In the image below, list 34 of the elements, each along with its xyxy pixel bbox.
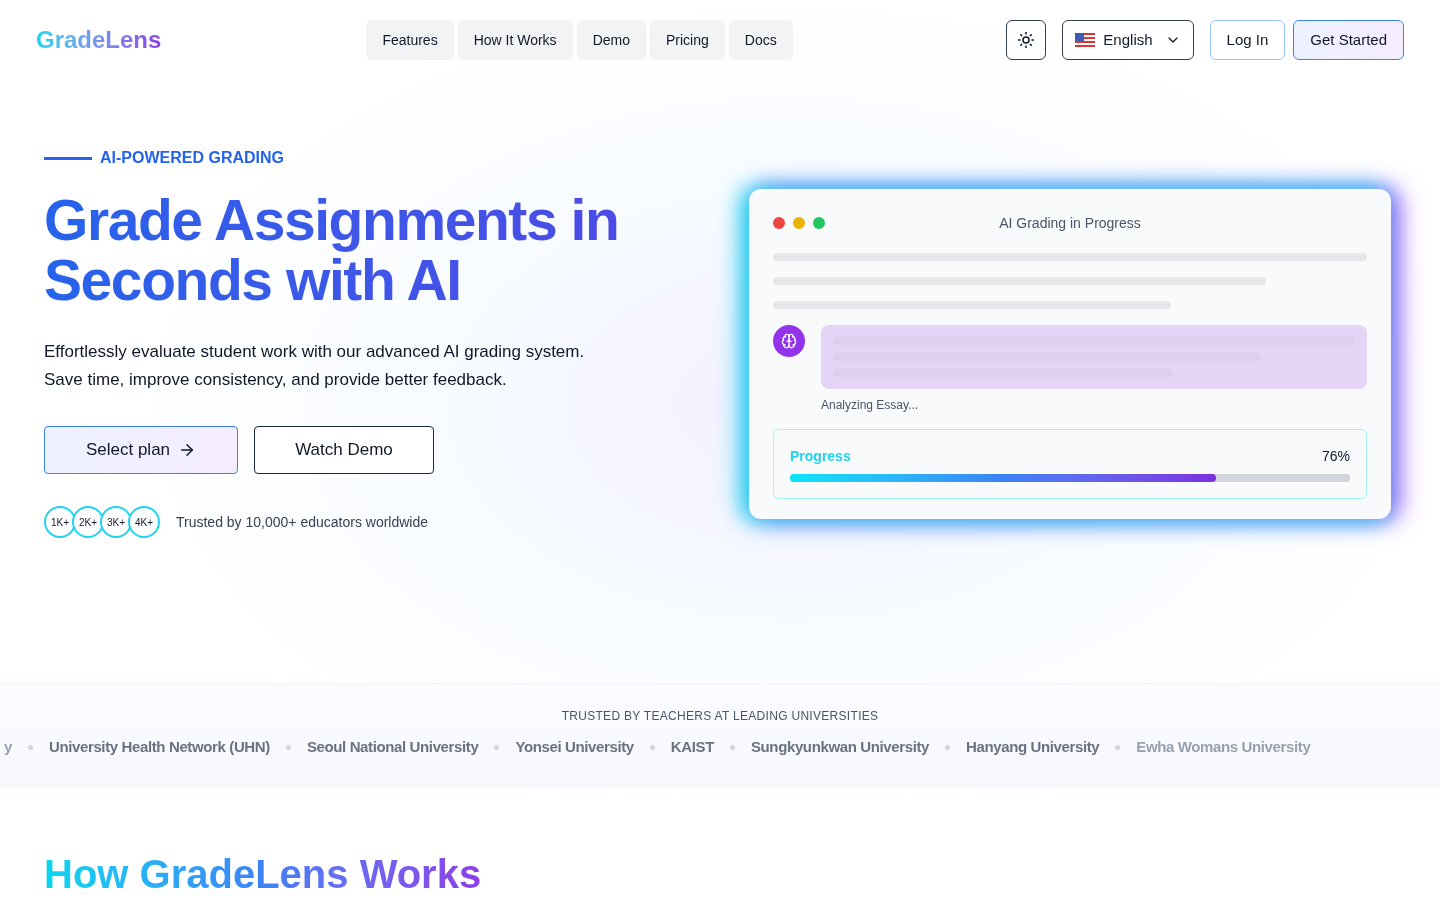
university-name: y — [4, 737, 12, 757]
eyebrow-label: AI-POWERED GRADING — [100, 148, 284, 168]
universities-heading: TRUSTED BY TEACHERS AT LEADING UNIVERSITIES — [560, 708, 880, 724]
login-button[interactable]: Log In — [1209, 20, 1286, 60]
hero-description: Effortlessly evaluate student work with our advanced AI grading system. Save time, improve consistency, and provide better feedback. — [44, 341, 586, 391]
brain-icon — [781, 333, 797, 349]
avatar-badge: 1K+ — [44, 506, 76, 538]
progress-label: Progress — [790, 447, 851, 466]
select-plan-button[interactable]: Select plan — [44, 426, 238, 474]
university-name: Seoul National University — [306, 737, 479, 757]
university-name: KAIST — [670, 737, 714, 757]
avatar-badge: 3K+ — [100, 506, 132, 538]
university-name: University Health Network (UHN) — [48, 737, 270, 757]
sun-icon — [1017, 31, 1036, 49]
nav-link[interactable]: Docs — [728, 20, 793, 60]
university-name: Yonsei University — [515, 737, 634, 757]
nav-link[interactable]: Pricing — [650, 20, 725, 60]
flag-icon — [1075, 33, 1096, 47]
nav-link[interactable]: Demo — [576, 20, 646, 60]
nav-link[interactable]: Features — [366, 20, 454, 60]
language-select[interactable]: English — [1062, 20, 1194, 60]
status-text: Analyzing Essay... — [821, 397, 920, 413]
university-name: Sungkyunkwan University — [750, 737, 930, 757]
avatar-badge: 2K+ — [72, 506, 104, 538]
trust-text: Trusted by 10,000+ educators worldwide — [176, 513, 428, 532]
avatar-badge: 4K+ — [128, 506, 160, 538]
get-started-button[interactable]: Get Started — [1293, 20, 1404, 60]
watch-demo-button[interactable]: Watch Demo — [254, 426, 434, 474]
theme-toggle[interactable] — [1006, 20, 1047, 60]
card-title: AI Grading in Progress — [998, 214, 1142, 233]
university-name: Hanyang University — [966, 737, 1100, 757]
progress-reading: 76% — [1321, 447, 1350, 466]
university-name: Ewha Womans University — [1136, 737, 1311, 757]
nav-link[interactable]: How It Works — [457, 20, 573, 60]
